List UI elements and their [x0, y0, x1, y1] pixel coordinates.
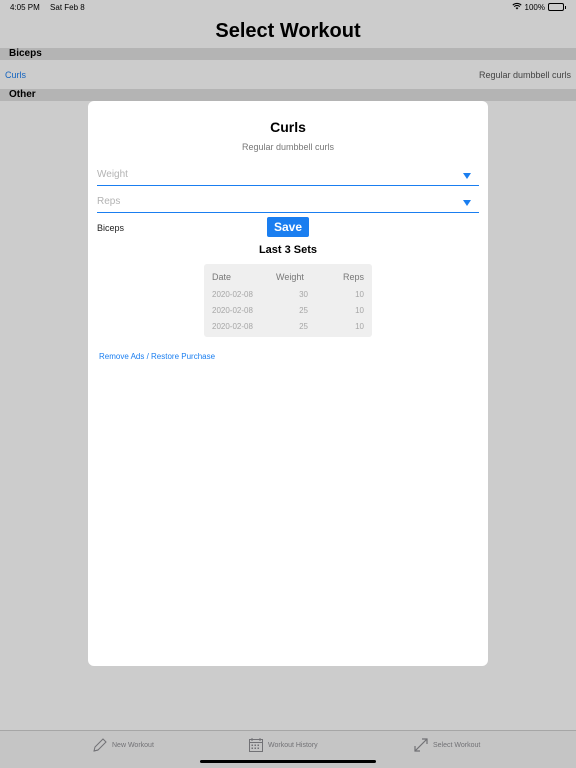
sets-table: Date Weight Reps 2020-02-08 30 10 2020-0…	[204, 264, 372, 337]
home-indicator	[200, 760, 376, 763]
save-button[interactable]: Save	[267, 217, 309, 237]
table-cell-weight: 25	[299, 306, 308, 315]
table-cell-weight: 25	[299, 322, 308, 331]
weight-field[interactable]: Weight	[97, 166, 479, 186]
table-cell-reps: 10	[355, 290, 364, 299]
modal-title: Curls	[270, 119, 306, 135]
table-cell-date: 2020-02-08	[212, 306, 253, 315]
dropdown-arrow-icon[interactable]	[463, 173, 471, 179]
workout-modal: Curls Regular dumbbell curls Weight Reps…	[88, 101, 488, 666]
weight-placeholder: Weight	[97, 169, 128, 180]
column-header-weight: Weight	[276, 272, 304, 282]
table-cell-date: 2020-02-08	[212, 322, 253, 331]
category-label: Biceps	[97, 223, 125, 233]
reps-placeholder: Reps	[97, 196, 121, 207]
table-cell-reps: 10	[355, 306, 364, 315]
column-header-reps: Reps	[342, 272, 364, 282]
column-header-date: Date	[212, 272, 232, 282]
table-cell-date: 2020-02-08	[212, 290, 253, 299]
dropdown-arrow-icon[interactable]	[463, 200, 471, 206]
table-cell-weight: 30	[299, 290, 308, 299]
last-sets-title: Last 3 Sets	[258, 244, 318, 256]
modal-subtitle: Regular dumbbell curls	[241, 142, 335, 152]
reps-field[interactable]: Reps	[97, 193, 479, 213]
remove-ads-link[interactable]: Remove Ads / Restore Purchase	[99, 352, 215, 361]
table-cell-reps: 10	[355, 322, 364, 331]
